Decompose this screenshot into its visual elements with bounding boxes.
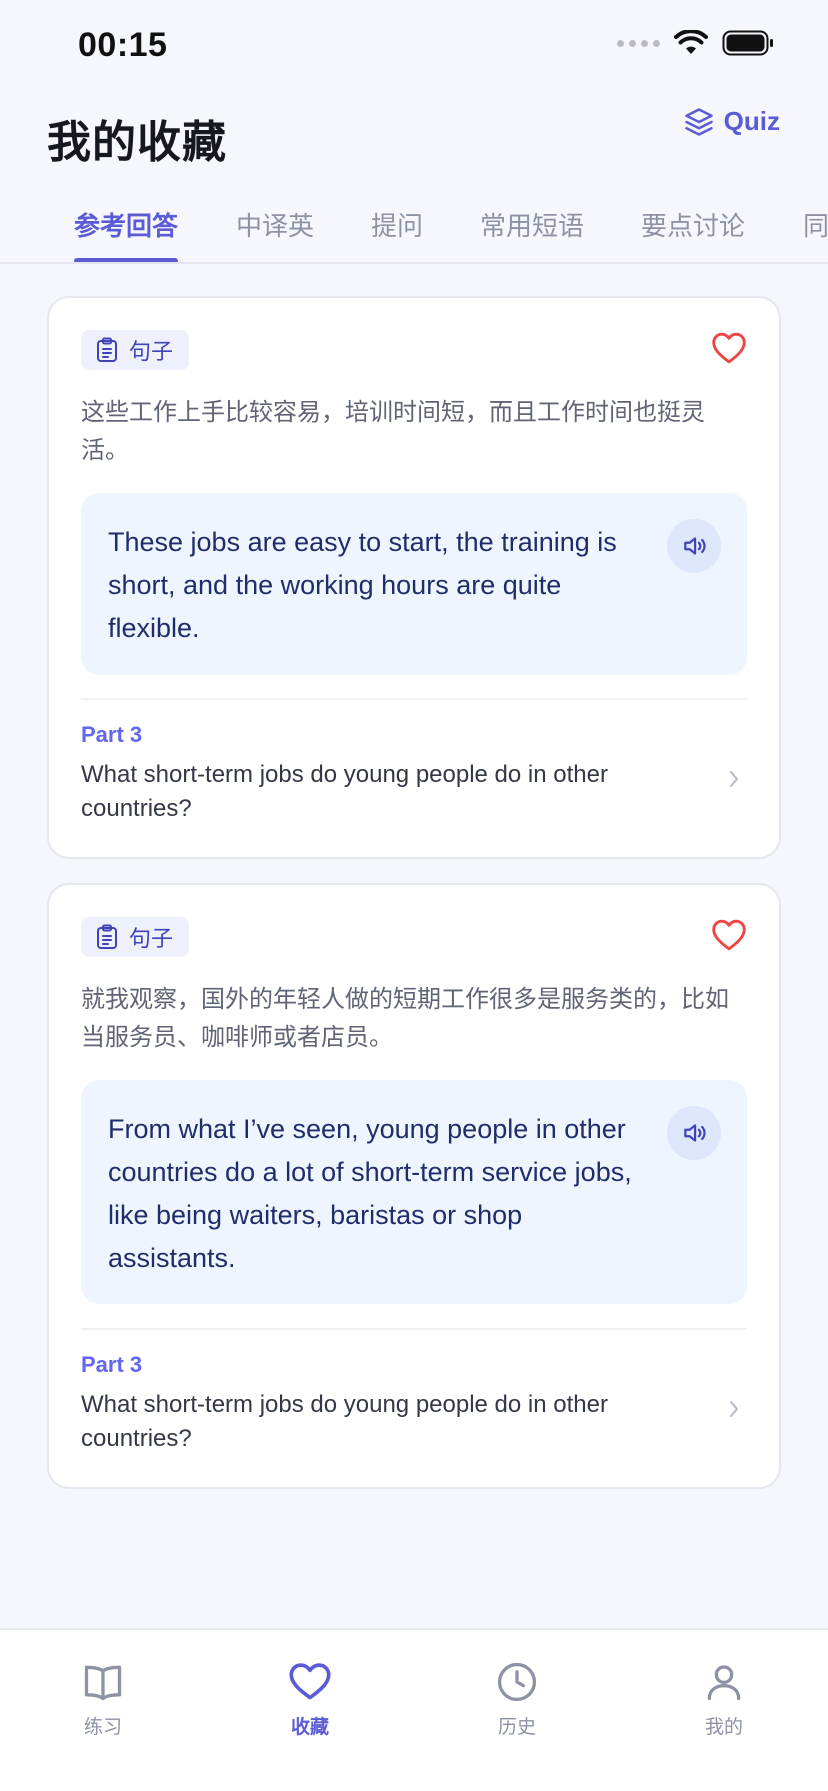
tag-label: 句子 [129, 339, 174, 364]
divider [81, 1328, 747, 1330]
clipboard-icon [97, 924, 117, 949]
nav-label: 历史 [497, 1717, 536, 1738]
tab-key-points[interactable]: 要点讨论 [641, 206, 745, 262]
page-title: 我的收藏 [47, 118, 227, 167]
chevron-right-icon [730, 1401, 738, 1417]
favorite-card: 句子 这些工作上手比较容易，培训时间短，而且工作时间也挺灵活。 These jo… [47, 296, 781, 859]
clipboard-icon [97, 337, 117, 362]
nav-label: 我的 [704, 1717, 743, 1738]
bottom-navigation: 练习 收藏 历史 我的 [0, 1628, 828, 1791]
wifi-icon [674, 30, 708, 54]
category-tabs: 参考回答 中译英 提问 常用短语 要点讨论 同 [0, 196, 828, 264]
book-icon [84, 1665, 122, 1701]
sentence-tag: 句子 [81, 917, 190, 957]
quiz-button[interactable]: Quiz [684, 106, 780, 137]
battery-icon [722, 30, 773, 56]
favorite-card: 句子 就我观察，国外的年轻人做的短期工作很多是服务类的，比如当服务员、咖啡师或者… [47, 883, 781, 1489]
favorite-heart-icon[interactable] [711, 332, 747, 364]
layers-icon [684, 107, 713, 136]
tab-more[interactable]: 同 [803, 206, 828, 262]
chinese-sentence: 这些工作上手比较容易，培训时间短，而且工作时间也挺灵活。 [81, 399, 705, 464]
sentence-tag: 句子 [81, 330, 190, 370]
english-sentence-box: These jobs are easy to start, the traini… [81, 493, 747, 675]
part-label: Part 3 [81, 722, 143, 747]
part-label: Part 3 [81, 1352, 143, 1377]
chinese-sentence: 就我观察，国外的年轻人做的短期工作很多是服务类的，比如当服务员、咖啡师或者店员。 [81, 986, 729, 1051]
nav-practice[interactable]: 练习 [43, 1660, 163, 1739]
nav-label: 收藏 [290, 1717, 329, 1738]
english-sentence: From what I’ve seen, young people in oth… [108, 1114, 632, 1273]
nav-history[interactable]: 历史 [457, 1660, 577, 1739]
status-icons [617, 30, 774, 56]
nav-favorites[interactable]: 收藏 [250, 1660, 370, 1739]
clock-icon [497, 1662, 537, 1702]
question-text: What short-term jobs do young people do … [81, 1391, 608, 1452]
speaker-icon [684, 537, 706, 555]
source-question-link[interactable]: Part 3 What short-term jobs do young peo… [81, 722, 747, 826]
speaker-icon [684, 1124, 706, 1142]
nav-profile[interactable]: 我的 [664, 1660, 784, 1739]
tab-questions[interactable]: 提问 [371, 206, 423, 262]
nav-label: 练习 [83, 1717, 122, 1738]
divider [81, 698, 747, 700]
status-bar: 00:15 [0, 0, 828, 96]
header: 我的收藏 Quiz [0, 96, 828, 196]
tab-common-phrases[interactable]: 常用短语 [480, 206, 584, 262]
chevron-right-icon [730, 771, 738, 787]
speak-button[interactable] [667, 1106, 721, 1160]
user-icon [707, 1665, 741, 1701]
tab-reference-answers[interactable]: 参考回答 [74, 206, 179, 262]
favorite-heart-icon[interactable] [711, 919, 747, 951]
english-sentence-box: From what I’ve seen, young people in oth… [81, 1080, 747, 1304]
english-sentence: These jobs are easy to start, the traini… [108, 527, 617, 643]
tab-chinese-to-english[interactable]: 中译英 [236, 206, 314, 262]
quiz-label: Quiz [723, 106, 780, 136]
source-question-link[interactable]: Part 3 What short-term jobs do young peo… [81, 1352, 747, 1456]
question-text: What short-term jobs do young people do … [81, 761, 608, 822]
heart-icon [289, 1663, 331, 1700]
cellular-signal-icon [617, 39, 660, 47]
speak-button[interactable] [667, 519, 721, 573]
status-time: 00:15 [78, 26, 168, 64]
tag-label: 句子 [129, 926, 174, 951]
